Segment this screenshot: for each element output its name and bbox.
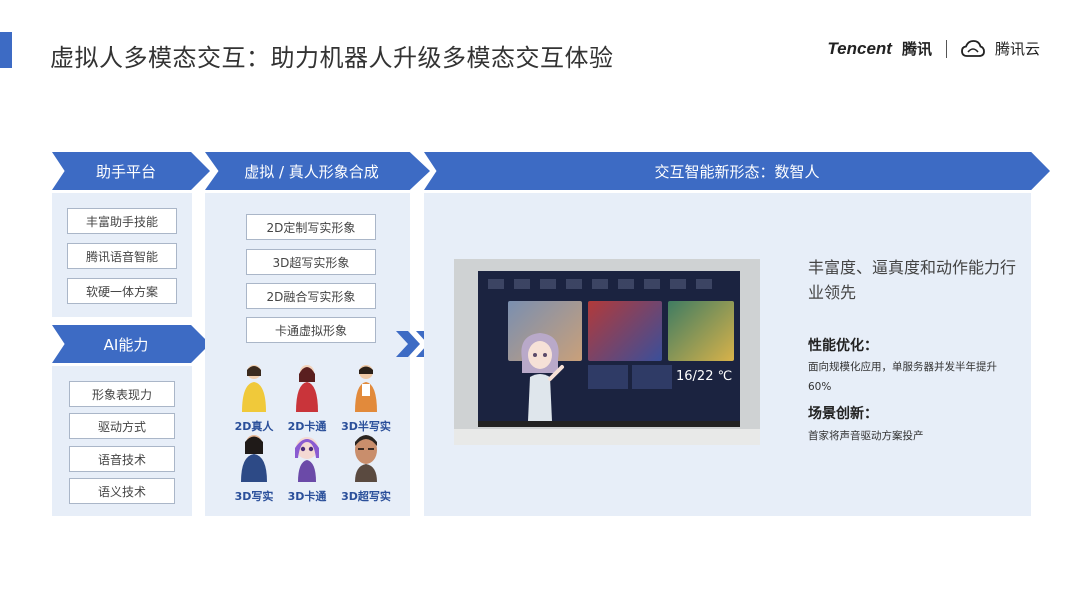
avatar-3d-cartoon: 3D卡通 [279,432,335,504]
page-title: 虚拟人多模态交互：助力机器人升级多模态交互体验 [50,44,614,72]
tv-nav-bar [488,279,718,289]
skill-item: 丰富助手技能 [67,208,177,234]
hardware-item: 软硬一体方案 [67,278,177,304]
scenario-desc: 首家将声音驱动方案投产 [808,430,924,442]
type-2d-custom: 2D定制写实形象 [246,214,376,240]
performance-desc: 面向规模化应用，单服务器并发半年提升60% [808,361,997,393]
voice-item: 腾讯语音智能 [67,243,177,269]
semantic-item: 语义技术 [69,478,175,504]
tv-demo-photo: 16/22 ℃ [454,259,760,445]
avatar-3d-hyperreal: 3D超写实 [338,432,394,504]
speech-item: 语音技术 [69,446,175,472]
tv-screen: 16/22 ℃ [478,271,740,421]
title-accent-bar [0,32,12,68]
avatar-label: 3D写实 [234,490,274,503]
ai-capability-label: AI能力 [103,335,149,354]
tencent-logo-text: Tencent [827,38,892,58]
virtual-human-figure [521,333,564,421]
avatar-3d-real: 3D写实 [226,432,282,504]
tencent-cloud-logo-cn: 腾讯云 [994,40,1040,58]
avatar-3d-hyperreal-figure [355,435,377,482]
avatar-2d-real-figure [242,365,266,412]
tv-desk [454,429,760,445]
digital-human-label: 交互智能新形态：数智人 [654,162,820,181]
ai-capability-header: AI能力 [52,325,210,363]
tv-row-tile [632,365,672,389]
tv-stand [478,421,740,427]
avatar-3d-cartoon-figure [295,437,319,482]
avatar-3d-semireal-figure [355,365,377,412]
avatar-3d-real-figure [241,435,267,482]
cloud-icon [961,39,985,57]
tencent-logo-cn: 腾讯 [901,40,932,58]
tv-row-tile [588,365,628,389]
type-2d-fusion: 2D融合写实形象 [246,283,376,309]
tv-tile [588,301,662,361]
assistant-platform-header: 助手平台 [52,152,210,190]
avatar-label: 3D卡通 [287,490,327,503]
synthesis-label: 虚拟 / 真人形象合成 [244,162,379,181]
avatar-3d-semireal: 3D半写实 [338,362,394,434]
performance-title: 性能优化： [808,338,878,354]
brand-logos: Tencent 腾讯 腾讯云 [827,38,1040,59]
avatar-2d-cartoon-figure [296,365,318,412]
expression-item: 形象表现力 [69,381,175,407]
digital-human-header: 交互智能新形态：数智人 [424,152,1050,190]
brand-divider [945,39,947,58]
assistant-platform-label: 助手平台 [95,162,156,181]
tv-tile [668,301,734,361]
scenario-title: 场景创新： [808,406,878,422]
type-3d-hyperreal: 3D超写实形象 [246,249,376,275]
tv-temperature: 16/22 ℃ [676,369,733,384]
avatar-2d-real: 2D真人 [226,362,282,434]
avatar-label: 3D超写实 [341,490,391,503]
type-cartoon: 卡通虚拟形象 [246,317,376,343]
avatar-2d-cartoon: 2D卡通 [279,362,335,434]
synthesis-header: 虚拟 / 真人形象合成 [205,152,430,190]
feature-headline: 丰富度、逼真度和动作能力行业领先 [808,258,1017,302]
driving-item: 驱动方式 [69,413,175,439]
